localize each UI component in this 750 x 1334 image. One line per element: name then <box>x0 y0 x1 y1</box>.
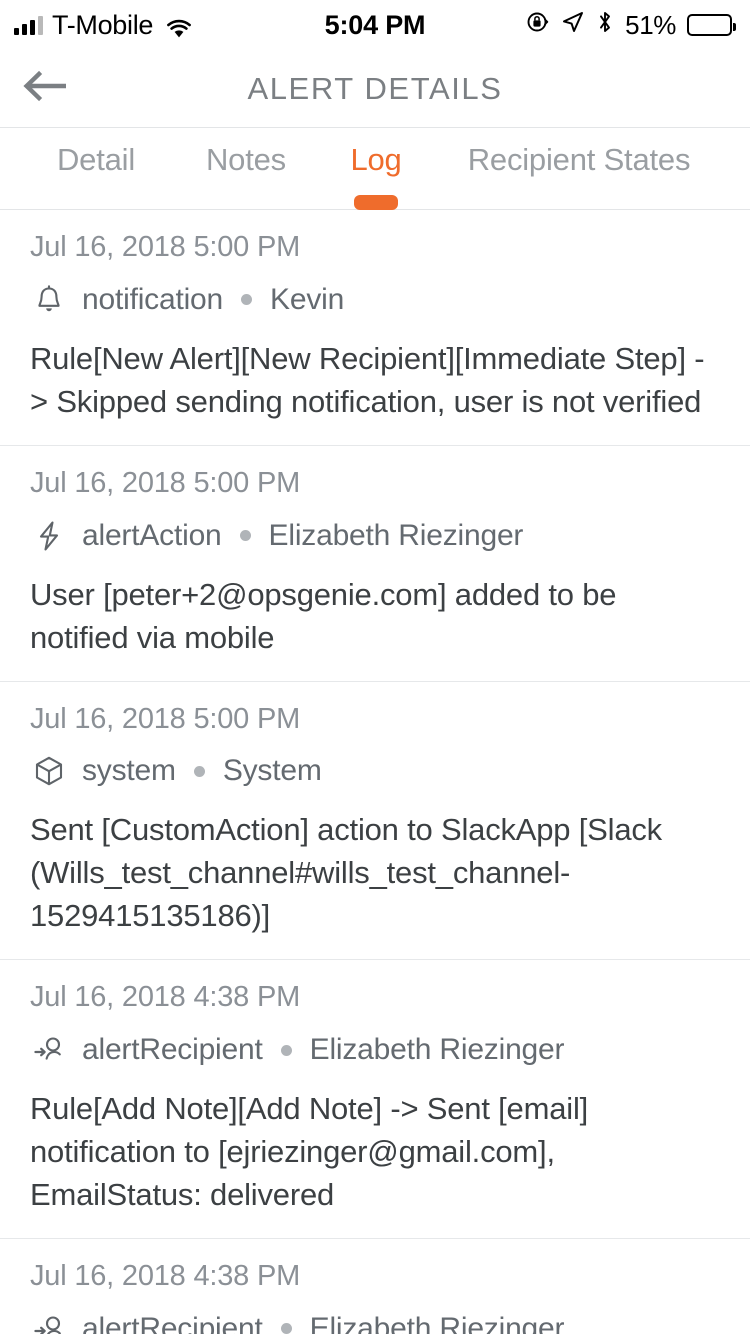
wifi-icon <box>166 15 192 35</box>
rotation-lock-icon <box>526 10 550 41</box>
bluetooth-icon <box>596 10 614 41</box>
add-recipient-icon <box>30 1031 68 1069</box>
log-entry-actor: Kevin <box>270 283 344 317</box>
status-bar: T-Mobile 5:04 PM <box>0 0 750 50</box>
log-entry-meta: system System <box>30 752 722 790</box>
separator-dot <box>281 1323 292 1334</box>
log-entry-timestamp: Jul 16, 2018 4:38 PM <box>30 1259 722 1294</box>
tab-detail-indicator <box>74 195 118 210</box>
log-entry-timestamp: Jul 16, 2018 5:00 PM <box>30 230 722 265</box>
signal-bars-icon <box>14 15 43 35</box>
tab-log-label: Log <box>350 142 401 178</box>
back-button[interactable] <box>14 62 78 116</box>
back-arrow-icon <box>23 69 69 108</box>
log-entry-type: alertAction <box>82 519 222 553</box>
battery-icon <box>687 14 732 36</box>
log-entry-actor: System <box>223 754 322 788</box>
clock-label: 5:04 PM <box>325 10 426 41</box>
tab-log-indicator <box>354 195 398 210</box>
log-entry-meta: alertRecipient Elizabeth Riezinger <box>30 1310 722 1334</box>
log-entry-message: Sent [CustomAction] action to SlackApp [… <box>30 808 722 937</box>
tab-recipient-states-label: Recipient States <box>468 142 691 178</box>
log-entry[interactable]: Jul 16, 2018 4:38 PM alertRecipient Eliz… <box>0 960 750 1239</box>
log-entry-type: system <box>82 754 176 788</box>
tab-recipient-states-indicator <box>557 195 601 210</box>
tab-notes-label: Notes <box>206 142 286 178</box>
log-entry-meta: notification Kevin <box>30 281 722 319</box>
log-entry-type: notification <box>82 283 223 317</box>
tab-bar: Detail Notes Log Recipient States <box>0 128 750 210</box>
log-entry[interactable]: Jul 16, 2018 4:38 PM alertRecipient Eliz… <box>0 1239 750 1334</box>
log-entry-actor: Elizabeth Riezinger <box>310 1033 565 1067</box>
log-entry-timestamp: Jul 16, 2018 4:38 PM <box>30 980 722 1015</box>
page-title: ALERT DETAILS <box>247 71 502 107</box>
tab-detail-label: Detail <box>57 142 135 178</box>
bell-icon <box>30 281 68 319</box>
log-list[interactable]: Jul 16, 2018 5:00 PM notification Kevin … <box>0 210 750 1334</box>
tab-notes[interactable]: Notes <box>170 128 322 210</box>
add-recipient-icon <box>30 1310 68 1334</box>
log-entry-type: alertRecipient <box>82 1312 263 1334</box>
battery-percent-label: 51% <box>625 10 676 41</box>
log-entry-message: User [peter+2@opsgenie.com] added to be … <box>30 573 722 659</box>
status-bar-left: T-Mobile <box>14 10 192 41</box>
log-entry-message: Rule[Add Note][Add Note] -> Sent [email]… <box>30 1087 722 1216</box>
separator-dot <box>240 530 251 541</box>
location-arrow-icon <box>561 10 585 41</box>
status-bar-right: 51% <box>526 10 732 41</box>
log-entry[interactable]: Jul 16, 2018 5:00 PM alertAction Elizabe… <box>0 446 750 682</box>
carrier-label: T-Mobile <box>52 10 153 41</box>
separator-dot <box>194 766 205 777</box>
log-entry-meta: alertRecipient Elizabeth Riezinger <box>30 1031 722 1069</box>
tab-notes-indicator <box>224 195 268 210</box>
log-entry[interactable]: Jul 16, 2018 5:00 PM notification Kevin … <box>0 210 750 446</box>
separator-dot <box>241 294 252 305</box>
log-entry-message: Rule[New Alert][New Recipient][Immediate… <box>30 337 722 423</box>
lightning-bolt-icon <box>30 517 68 555</box>
log-entry[interactable]: Jul 16, 2018 5:00 PM system System Sent … <box>0 682 750 961</box>
cube-icon <box>30 752 68 790</box>
log-entry-actor: Elizabeth Riezinger <box>269 519 524 553</box>
log-entry-timestamp: Jul 16, 2018 5:00 PM <box>30 466 722 501</box>
log-entry-meta: alertAction Elizabeth Riezinger <box>30 517 722 555</box>
log-entry-actor: Elizabeth Riezinger <box>310 1312 565 1334</box>
tab-recipient-states[interactable]: Recipient States <box>430 128 728 210</box>
nav-bar: ALERT DETAILS <box>0 50 750 128</box>
tab-detail[interactable]: Detail <box>22 128 170 210</box>
tab-log[interactable]: Log <box>322 128 430 210</box>
log-entry-timestamp: Jul 16, 2018 5:00 PM <box>30 702 722 737</box>
log-entry-type: alertRecipient <box>82 1033 263 1067</box>
separator-dot <box>281 1045 292 1056</box>
app-screen: T-Mobile 5:04 PM <box>0 0 750 1334</box>
